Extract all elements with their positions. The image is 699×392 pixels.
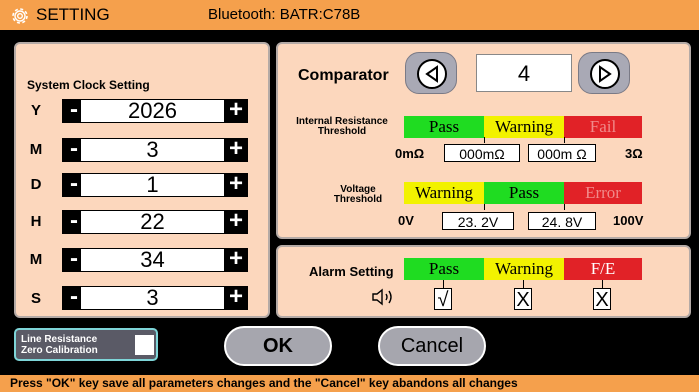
tick [484,137,485,143]
month-value[interactable]: 3 [80,138,225,162]
alarm-warning-checkbox[interactable]: X [514,288,532,311]
triangle-right-icon [599,65,612,83]
cancel-button[interactable]: Cancel [378,326,486,366]
tick [564,137,565,143]
resistance-min-label: 0mΩ [395,146,425,161]
tick [602,280,603,288]
tick [443,280,444,288]
increment-button[interactable]: + [224,285,248,310]
alarm-panel [276,245,691,318]
clock-row-label: M [29,141,43,158]
increment-button[interactable]: + [224,247,248,272]
minute-value[interactable]: 34 [80,248,225,272]
clock-row-label: H [30,213,42,230]
clock-row-label: D [30,176,42,193]
alarm-fe-checkbox[interactable]: X [593,288,611,311]
year-value[interactable]: 2026 [80,99,225,123]
comparator-prev-button[interactable] [405,52,457,94]
voltage-high-input[interactable]: 24. 8V [528,212,596,230]
tick [484,204,485,210]
resistance-high-input[interactable]: 000m Ω [528,144,596,162]
increment-button[interactable]: + [224,209,248,234]
line-resistance-button[interactable]: Line Resistance Zero Calibration [14,328,158,361]
increment-button[interactable]: + [224,98,248,123]
tick [564,204,565,210]
alarm-pass-checkbox[interactable]: √ [434,288,452,311]
comparator-next-button[interactable] [578,52,630,94]
resistance-pass-segment: Pass [404,116,484,138]
resistance-low-input[interactable]: 000mΩ [444,144,520,162]
comparator-label: Comparator [298,67,389,84]
gear-icon [12,8,28,24]
speaker-icon [372,288,392,306]
hour-value[interactable]: 22 [80,210,225,234]
line-resistance-line2: Zero Calibration [21,345,98,356]
comparator-value[interactable]: 4 [476,54,572,92]
page-title: SETTING [36,5,110,24]
resistance-fail-segment: Fail [564,116,642,138]
resistance-max-label: 3Ω [625,146,643,161]
clock-row-label: Y [30,102,41,119]
second-value[interactable]: 3 [80,286,225,310]
alarm-pass-segment: Pass [404,258,484,280]
clock-heading: System Clock Setting [27,78,150,92]
voltage-label: Voltage Threshold [310,185,406,205]
increment-button[interactable]: + [224,172,248,197]
clock-row-label: S [30,290,41,307]
footer-hint: Press "OK" key save all parameters chang… [0,375,699,392]
voltage-error-segment: Error [564,182,642,204]
increment-button[interactable]: + [224,137,248,162]
resistance-label-line2: Threshold [317,126,367,137]
voltage-warning-segment: Warning [404,182,484,204]
voltage-min-label: 0V [398,213,414,228]
resistance-label: Internal Resistance Threshold [286,117,398,137]
clock-row-label: M [29,251,43,268]
line-resistance-line1: Line Resistance [21,334,98,345]
ok-button[interactable]: OK [224,326,332,366]
resistance-warning-segment: Warning [484,116,564,138]
voltage-pass-segment: Pass [484,182,564,204]
bluetooth-status: Bluetooth: BATR:C78B [208,6,361,23]
triangle-left-icon [425,65,438,83]
alarm-fe-segment: F/E [564,258,642,280]
voltage-low-input[interactable]: 23. 2V [442,212,514,230]
line-resistance-checkbox[interactable] [135,335,154,355]
alarm-warning-segment: Warning [484,258,564,280]
line-resistance-label: Line Resistance Zero Calibration [21,334,98,356]
day-value[interactable]: 1 [80,173,225,197]
alarm-label: Alarm Setting [309,264,394,279]
voltage-max-label: 100V [613,213,644,228]
voltage-label-line2: Threshold [333,194,383,205]
tick [523,280,524,288]
